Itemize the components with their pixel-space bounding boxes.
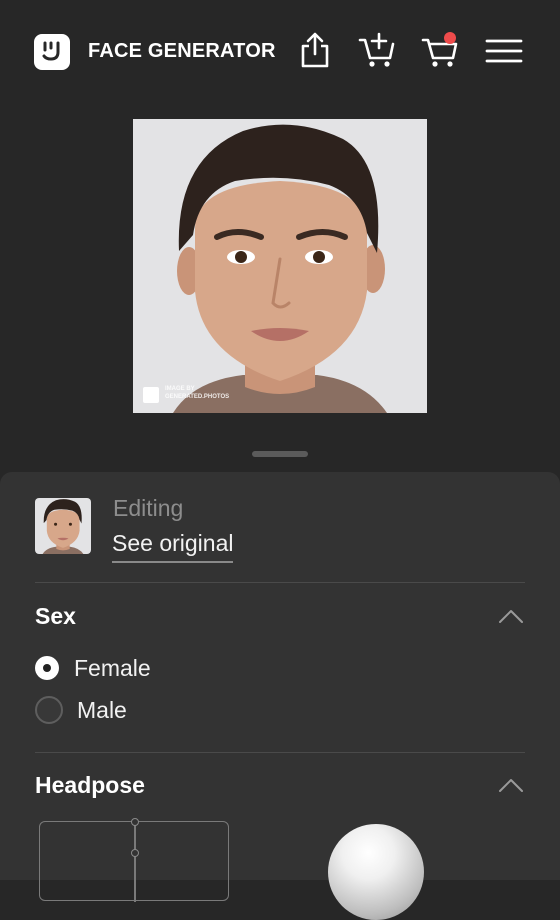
sex-section-title: Sex [35, 603, 76, 629]
sex-option-female[interactable]: Female [35, 653, 151, 683]
headpose-sphere-preview[interactable] [328, 824, 424, 920]
headpose-pad[interactable] [39, 818, 229, 902]
section-divider [35, 752, 525, 753]
app-title: FACE GENERATOR [88, 40, 276, 62]
watermark-line-2: GENERATED.PHOTOS [165, 394, 230, 400]
chevron-up-icon[interactable] [498, 608, 524, 624]
top-bar: FACE GENERATOR [0, 0, 560, 104]
headpose-axis [134, 822, 136, 902]
radio-male[interactable] [35, 696, 63, 724]
headpose-handle-top[interactable] [131, 818, 139, 826]
headpose-handle[interactable] [131, 849, 139, 857]
radio-label-female: Female [74, 654, 151, 681]
cart-icon[interactable] [420, 30, 460, 70]
add-to-cart-icon[interactable] [357, 30, 397, 70]
original-face-thumbnail[interactable] [35, 498, 91, 554]
generated-face-photo: IMAGE BY GENERATED.PHOTOS [133, 119, 427, 413]
radio-label-male: Male [77, 696, 127, 723]
cart-notification-badge [444, 32, 456, 44]
headpose-section-title: Headpose [35, 772, 145, 798]
share-icon[interactable] [295, 30, 335, 70]
editor-panel: Editing See original Sex Female Male Hea… [0, 472, 560, 920]
watermark-line-1: IMAGE BY [165, 386, 195, 392]
app-logo-icon[interactable] [34, 34, 70, 70]
editing-label: Editing [113, 495, 184, 521]
chevron-up-icon[interactable] [498, 777, 524, 793]
see-original-link[interactable]: See original [112, 530, 234, 563]
menu-icon[interactable] [484, 30, 524, 70]
section-divider [35, 582, 525, 583]
panel-drag-handle[interactable] [252, 451, 308, 457]
radio-female[interactable] [35, 656, 59, 680]
sex-option-male[interactable]: Male [35, 695, 127, 725]
watermark-logo-icon [143, 387, 159, 403]
watermark-text: IMAGE BY GENERATED.PHOTOS [165, 385, 229, 401]
